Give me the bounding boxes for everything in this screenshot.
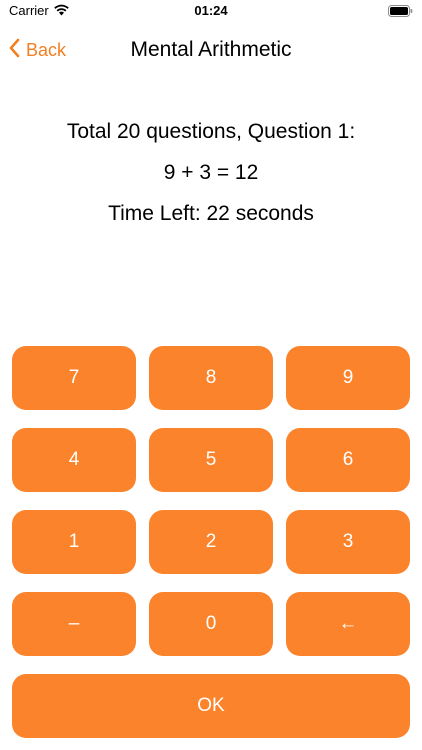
equation-display: 9 + 3 = 12	[163, 161, 259, 184]
number-keypad: 7 8 9 4 5 6 1 2 3 – 0 ← OK	[12, 346, 410, 738]
status-time: 01:24	[194, 3, 228, 18]
backspace-key[interactable]: ←	[286, 592, 410, 656]
timer-display: Time Left: 22 seconds	[108, 202, 314, 225]
key-1[interactable]: 1	[12, 510, 136, 574]
keypad-row: 1 2 3	[12, 510, 410, 574]
key-9[interactable]: 9	[286, 346, 410, 410]
key-3[interactable]: 3	[286, 510, 410, 574]
key-0[interactable]: 0	[149, 592, 273, 656]
page-title: Mental Arithmetic	[130, 38, 292, 61]
key-5[interactable]: 5	[149, 428, 273, 492]
keypad-row: 4 5 6	[12, 428, 410, 492]
minus-key[interactable]: –	[12, 592, 136, 656]
keypad-row: – 0 ←	[12, 592, 410, 656]
key-2[interactable]: 2	[149, 510, 273, 574]
battery-icon	[388, 4, 413, 22]
keypad-row: 7 8 9	[12, 346, 410, 410]
key-8[interactable]: 8	[149, 346, 273, 410]
key-6[interactable]: 6	[286, 428, 410, 492]
ok-button[interactable]: OK	[12, 674, 410, 738]
arrow-left-icon: ←	[338, 613, 358, 634]
key-7[interactable]: 7	[12, 346, 136, 410]
key-4[interactable]: 4	[12, 428, 136, 492]
question-header: Total 20 questions, Question 1:	[66, 120, 356, 143]
screen: Carrier 01:24 Back Mental Arithmetic Tot…	[0, 0, 422, 750]
status-bar: Carrier 01:24	[0, 0, 422, 24]
navigation-bar: Back Mental Arithmetic	[0, 30, 422, 74]
